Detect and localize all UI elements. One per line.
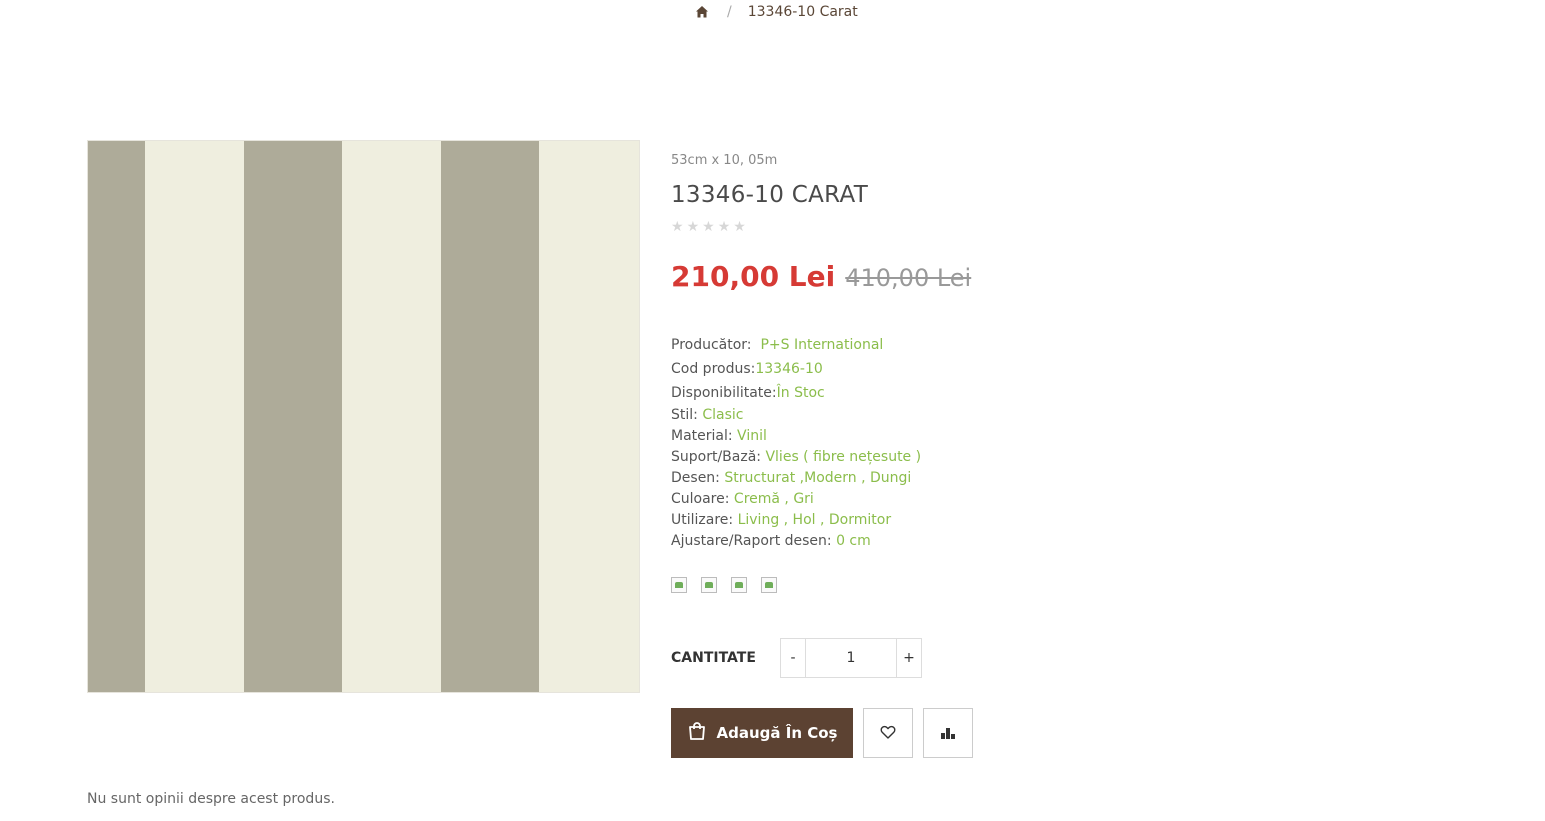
no-reviews-message: Nu sunt opinii despre acest produs. xyxy=(87,791,335,807)
quantity-stepper: - + xyxy=(780,638,922,678)
compare-button[interactable] xyxy=(923,708,973,758)
detail-value: Structurat ,Modern , Dungi xyxy=(724,470,912,486)
detail-label: Utilizare: xyxy=(671,512,734,528)
add-to-cart-label: Adaugă În Coș xyxy=(716,724,838,742)
detail-value: Living , Hol , Dormitor xyxy=(737,512,892,528)
product-details: Producător: P+S International Cod produs… xyxy=(671,333,1271,552)
quantity-increase-button[interactable]: + xyxy=(896,639,921,677)
manufacturer-link[interactable]: P+S International xyxy=(760,337,883,353)
product-info: 53cm x 10, 05m 13346-10 CARAT ★ ★ ★ ★ ★ … xyxy=(671,150,1271,593)
detail-value: Cremă , Gri xyxy=(733,491,814,507)
star-icon: ★ xyxy=(702,219,715,235)
broken-image-icon xyxy=(701,577,717,593)
detail-row-color: Culoare: Cremă , Gri xyxy=(671,489,1271,510)
detail-row-material: Material: Vinil xyxy=(671,426,1271,447)
add-to-cart-button[interactable]: Adaugă În Coș xyxy=(671,708,853,758)
star-icon: ★ xyxy=(733,219,746,235)
rating-stars: ★ ★ ★ ★ ★ xyxy=(671,220,1271,234)
product-title: 13346-10 CARAT xyxy=(671,182,869,208)
home-icon[interactable] xyxy=(695,5,709,19)
breadcrumb-current: 13346-10 Carat xyxy=(747,4,858,20)
wishlist-button[interactable] xyxy=(863,708,913,758)
detail-value: Vlies ( fibre nețesute ) xyxy=(765,449,922,465)
quantity-row: CANTITATE - + xyxy=(671,638,922,678)
breadcrumb-separator: / xyxy=(727,4,732,20)
quantity-decrease-button[interactable]: - xyxy=(781,639,806,677)
compare-icon xyxy=(940,724,956,743)
detail-row-style: Stil: Clasic xyxy=(671,405,1271,426)
quantity-input[interactable] xyxy=(806,639,896,677)
detail-row-code: Cod produs:13346-10 xyxy=(671,357,1271,381)
detail-label: Suport/Bază: xyxy=(671,449,762,465)
star-icon: ★ xyxy=(686,219,700,235)
heart-icon xyxy=(880,724,896,743)
price-old: 410,00 Lei xyxy=(845,264,972,292)
feature-icons xyxy=(671,577,1271,593)
detail-label: Cod produs: xyxy=(671,361,756,377)
wallpaper-stripes xyxy=(88,141,639,692)
detail-row-design: Desen: Structurat ,Modern , Dungi xyxy=(671,468,1271,489)
broken-image-icon xyxy=(731,577,747,593)
detail-row-manufacturer: Producător: P+S International xyxy=(671,333,1271,357)
detail-row-pattern-repeat: Ajustare/Raport desen: 0 cm xyxy=(671,531,1271,552)
detail-row-availability: Disponibilitate:În Stoc xyxy=(671,381,1271,405)
detail-label: Desen: xyxy=(671,470,720,486)
detail-label: Disponibilitate: xyxy=(671,385,777,401)
price-block: 210,00 Lei 410,00 Lei xyxy=(671,260,1271,293)
detail-label: Material: xyxy=(671,428,733,444)
price-current: 210,00 Lei xyxy=(671,260,836,293)
broken-image-icon xyxy=(671,577,687,593)
star-icon: ★ xyxy=(671,219,684,235)
detail-label: Producător: xyxy=(671,337,752,353)
detail-row-support: Suport/Bază: Vlies ( fibre nețesute ) xyxy=(671,447,1271,468)
shopping-bag-icon xyxy=(687,721,707,745)
detail-label: Ajustare/Raport desen: xyxy=(671,533,832,549)
detail-label: Stil: xyxy=(671,407,698,423)
breadcrumb: / 13346-10 Carat xyxy=(695,4,858,20)
product-actions: Adaugă În Coș xyxy=(671,708,973,758)
quantity-label: CANTITATE xyxy=(671,650,756,666)
detail-row-usage: Utilizare: Living , Hol , Dormitor xyxy=(671,510,1271,531)
product-image[interactable] xyxy=(87,140,640,693)
star-icon: ★ xyxy=(717,219,731,235)
detail-value: Clasic xyxy=(702,407,744,423)
detail-label: Culoare: xyxy=(671,491,730,507)
detail-value: 0 cm xyxy=(836,533,871,549)
detail-value: Vinil xyxy=(737,428,767,444)
detail-value: În Stoc xyxy=(776,385,825,401)
detail-value: 13346-10 xyxy=(755,361,823,377)
product-dimensions: 53cm x 10, 05m xyxy=(671,153,778,168)
broken-image-icon xyxy=(761,577,777,593)
